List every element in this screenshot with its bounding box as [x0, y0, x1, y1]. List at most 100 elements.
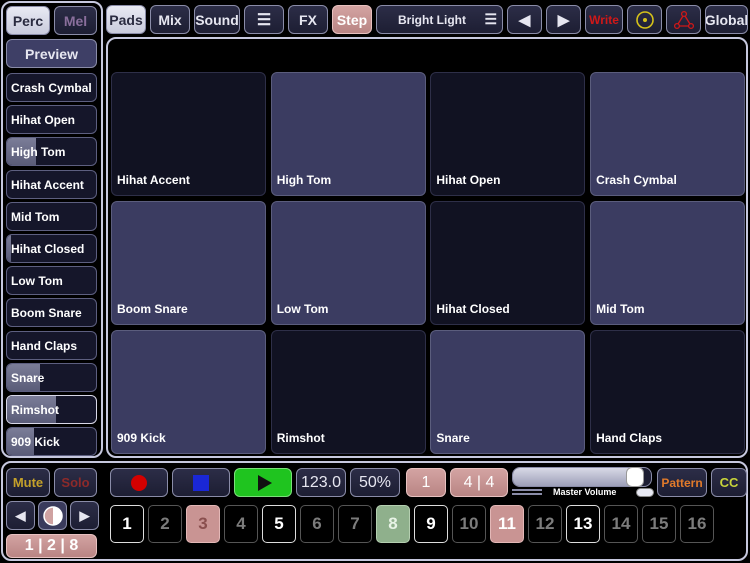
- step-button[interactable]: 8: [376, 505, 410, 543]
- stop-icon: [193, 474, 209, 491]
- track-selector[interactable]: [38, 501, 67, 530]
- instrument-item[interactable]: Crash Cymbal: [6, 73, 97, 102]
- pad-label: Mid Tom: [596, 302, 645, 316]
- drum-pad[interactable]: Hihat Closed: [430, 201, 586, 325]
- tempo-field[interactable]: 123.0: [296, 468, 346, 497]
- instrument-item[interactable]: Snare: [6, 362, 97, 392]
- step-button[interactable]: 16: [680, 505, 714, 543]
- record-icon: [131, 474, 147, 491]
- instrument-item[interactable]: Mid Tom: [6, 201, 97, 231]
- step-button[interactable]: 3: [186, 505, 220, 543]
- pad-label: Hihat Closed: [436, 302, 510, 316]
- pad-label: Hihat Accent: [117, 173, 190, 187]
- prev-track-button[interactable]: ◀: [6, 501, 35, 530]
- preset-list-icon: ☰: [484, 11, 497, 27]
- triangle-right-icon: ▶: [79, 507, 90, 523]
- drum-pad[interactable]: Hihat Open: [430, 72, 586, 196]
- instrument-label: 909 Kick: [11, 435, 60, 450]
- tab-pads[interactable]: Pads: [106, 5, 146, 34]
- pad-label: Low Tom: [276, 302, 329, 316]
- step-button[interactable]: Step: [332, 5, 372, 34]
- drum-pad[interactable]: Mid Tom: [590, 201, 746, 325]
- instrument-item[interactable]: Hihat Accent: [6, 169, 97, 199]
- master-volume-fill: [513, 468, 642, 486]
- preview-button[interactable]: Preview: [6, 39, 97, 68]
- pad-label: Rimshot: [276, 431, 325, 445]
- instrument-item[interactable]: Hand Claps: [6, 330, 97, 360]
- instrument-item[interactable]: Boom Snare: [6, 298, 97, 328]
- step-button[interactable]: 9: [414, 505, 448, 543]
- swing-field[interactable]: 50%: [350, 468, 400, 497]
- cc-button[interactable]: CC: [711, 468, 747, 497]
- step-button[interactable]: 10: [452, 505, 486, 543]
- instrument-item[interactable]: Hihat Open: [6, 105, 97, 135]
- master-volume-label: Master Volume: [553, 487, 617, 497]
- instrument-item[interactable]: High Tom: [6, 137, 97, 167]
- drum-pad[interactable]: Crash Cymbal: [590, 72, 746, 196]
- triangle-left-icon: ◀: [518, 11, 531, 29]
- next-track-button[interactable]: ▶: [70, 501, 99, 530]
- fx-button[interactable]: FX: [288, 5, 328, 34]
- step-button[interactable]: 7: [338, 505, 372, 543]
- time-signature[interactable]: 4 | 4: [450, 468, 508, 497]
- pad-label: 909 Kick: [117, 431, 166, 445]
- tab-mix[interactable]: Mix: [150, 5, 190, 34]
- instrument-item[interactable]: Rimshot: [6, 395, 97, 424]
- pattern-button[interactable]: Pattern: [657, 468, 707, 497]
- network-button[interactable]: [666, 5, 701, 34]
- mel-tab[interactable]: Mel: [54, 6, 97, 35]
- record-button[interactable]: [110, 468, 168, 497]
- tab-sound[interactable]: Sound: [194, 5, 240, 34]
- drum-pad[interactable]: Snare: [430, 330, 586, 454]
- instrument-label: Mid Tom: [11, 209, 60, 224]
- bar-count[interactable]: 1: [406, 468, 446, 497]
- drum-pad[interactable]: High Tom: [270, 72, 426, 196]
- drum-pad[interactable]: 909 Kick: [111, 330, 266, 454]
- next-preset-button[interactable]: ▶: [546, 5, 581, 34]
- step-button[interactable]: 1: [110, 505, 144, 543]
- step-button[interactable]: 12: [528, 505, 562, 543]
- pad-label: High Tom: [276, 173, 332, 187]
- pad-label: Snare: [436, 431, 470, 445]
- circle-dot-icon: [635, 10, 654, 29]
- step-button[interactable]: 11: [490, 505, 524, 543]
- global-button[interactable]: Global: [705, 5, 748, 34]
- step-button[interactable]: 14: [604, 505, 638, 543]
- stop-button[interactable]: [172, 468, 230, 497]
- preset-selector[interactable]: Bright Light ☰: [376, 5, 503, 34]
- instrument-item[interactable]: Hihat Closed: [6, 234, 97, 263]
- step-button[interactable]: 6: [300, 505, 334, 543]
- write-button[interactable]: Write: [585, 5, 623, 34]
- master-volume-knob[interactable]: [626, 467, 645, 487]
- step-button[interactable]: 5: [262, 505, 296, 543]
- solo-button[interactable]: Solo: [54, 468, 97, 497]
- prev-preset-button[interactable]: ◀: [507, 5, 542, 34]
- target-button[interactable]: [627, 5, 662, 34]
- perc-tab[interactable]: Perc: [6, 6, 50, 35]
- menu-button[interactable]: ☰: [244, 5, 284, 34]
- step-button[interactable]: 13: [566, 505, 600, 543]
- drum-pad[interactable]: Hihat Accent: [111, 72, 266, 196]
- instrument-item[interactable]: 909 Kick: [6, 427, 97, 457]
- play-button[interactable]: [234, 468, 292, 497]
- drum-pad[interactable]: Hand Claps: [590, 330, 746, 454]
- step-button[interactable]: 4: [224, 505, 258, 543]
- instrument-label: Hihat Accent: [11, 177, 84, 192]
- instrument-item[interactable]: Low Tom: [6, 266, 97, 296]
- drum-pad[interactable]: Rimshot: [270, 330, 426, 454]
- hamburger-icon: ☰: [256, 11, 272, 29]
- pad-label: Hand Claps: [596, 431, 663, 445]
- drum-pad[interactable]: Boom Snare: [111, 201, 266, 325]
- volume-bars-icon: [512, 488, 542, 498]
- step-button[interactable]: 15: [642, 505, 676, 543]
- bank-selector[interactable]: 1 | 2 | 8: [6, 534, 97, 558]
- master-toggle[interactable]: [636, 488, 654, 497]
- mute-button[interactable]: Mute: [6, 468, 50, 497]
- instrument-label: Rimshot: [11, 403, 59, 417]
- pad-label: Boom Snare: [117, 302, 188, 316]
- triangle-nodes-icon: [673, 10, 694, 29]
- drum-pad[interactable]: Low Tom: [270, 201, 426, 325]
- instrument-label: Crash Cymbal: [11, 81, 92, 95]
- half-circle-icon: [42, 505, 63, 526]
- step-button[interactable]: 2: [148, 505, 182, 543]
